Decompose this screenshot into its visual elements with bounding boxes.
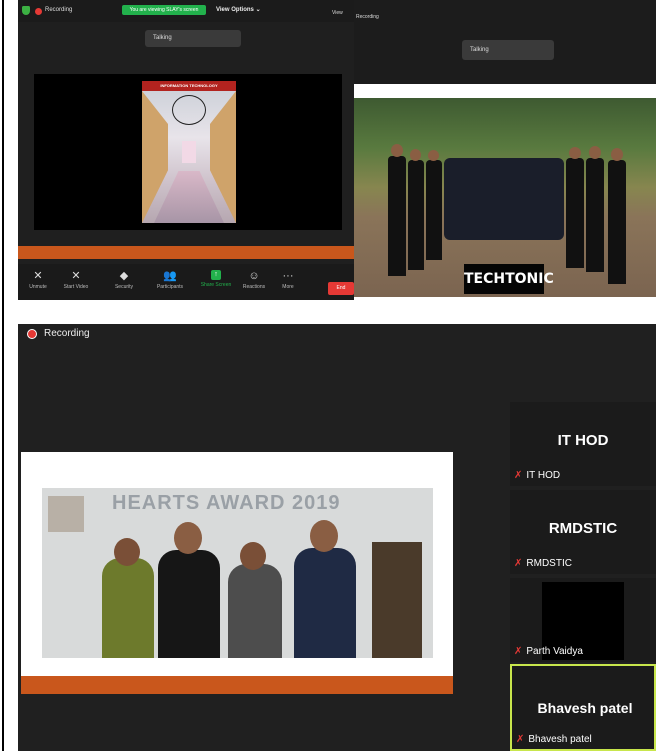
more-icon: ··· [282, 270, 294, 282]
microphone-muted-icon: ✗ [514, 470, 523, 481]
slide-title: HEARTS AWARD 2019 [112, 492, 341, 514]
security-button[interactable]: ◆ Security [104, 264, 144, 300]
corridor-end [182, 141, 196, 163]
more-label: More [282, 284, 294, 290]
slide-orange-bar [21, 676, 453, 694]
microphone-muted-icon: ✗ [514, 646, 523, 657]
start-video-button[interactable]: ✕ Start Video [56, 264, 96, 300]
shield-icon[interactable] [22, 6, 30, 15]
participant-label: ✗ Parth Vaidya [514, 646, 583, 657]
recording-icon [27, 329, 37, 339]
person-figure [388, 156, 406, 276]
corridor-floor [154, 171, 224, 223]
share-screen-button[interactable]: ↑ Share Screen [196, 264, 236, 300]
person-head [428, 150, 439, 161]
person-head [114, 538, 140, 566]
crowd-figure [444, 158, 564, 240]
podium [372, 542, 422, 658]
zoom-window-bottom: Recording HEARTS AWARD 2019 IT HOD ✗ IT H… [18, 324, 656, 751]
zoom-window-top-left: Recording You are viewing SLAY's screen … [18, 0, 354, 300]
person-figure [566, 158, 584, 268]
participant-label: ✗ Bhavesh patel [516, 734, 592, 745]
web-decoration [172, 95, 206, 125]
meeting-toolbar: ✕ Unmute ✕ Start Video ◆ Security 👥 Part… [18, 264, 354, 300]
person-figure [158, 550, 220, 658]
recording-label: Recording [356, 14, 379, 20]
award-photo: HEARTS AWARD 2019 [42, 488, 433, 658]
microphone-muted-icon: ✗ [514, 558, 523, 569]
person-head [589, 146, 601, 159]
techtonic-banner: TECHTONIC [464, 264, 554, 294]
share-banner: You are viewing SLAY's screen [122, 5, 206, 15]
person-head [391, 144, 403, 157]
slide-orange-bar [18, 246, 354, 259]
unmute-label: Unmute [29, 284, 47, 290]
person-head [240, 542, 266, 570]
person-figure [228, 564, 282, 658]
security-icon: ◆ [119, 270, 129, 282]
video-off-icon: ✕ [71, 270, 81, 282]
zoom-window-top-right: Recording Talking TECHTONIC [354, 0, 656, 300]
security-label: Security [114, 284, 134, 290]
person-head [310, 520, 338, 552]
participant-name: Bhavesh patel [537, 700, 633, 716]
person-figure [294, 548, 356, 658]
person-figure [102, 558, 154, 658]
participant-name: IT HOD [557, 432, 609, 449]
participants-button[interactable]: 👥 Participants [150, 264, 190, 300]
share-screen-label: Share Screen [200, 282, 232, 288]
view-button[interactable]: View [332, 10, 343, 16]
share-screen-icon: ↑ [211, 270, 221, 280]
participant-label: ✗ IT HOD [514, 470, 561, 481]
talking-indicator: Talking [145, 30, 241, 47]
participant-tile-bhavesh-patel[interactable]: Bhavesh patel ✗ Bhavesh patel [510, 664, 656, 751]
participants-label: Participants [156, 284, 184, 290]
microphone-muted-icon: ✕ [33, 270, 43, 282]
page-border-line [2, 0, 4, 751]
recording-label: Recording [44, 328, 90, 339]
person-figure [408, 160, 424, 270]
corridor-banner: INFORMATION TECHNOLOGY [142, 81, 236, 91]
microphone-muted-icon: ✗ [516, 734, 525, 745]
start-video-label: Start Video [63, 284, 89, 290]
participant-name: RMDSTIC [548, 520, 618, 537]
recording-label: Recording [45, 7, 73, 13]
person-head [174, 522, 202, 554]
person-figure [608, 160, 626, 284]
person-figure [586, 158, 604, 272]
participant-label: ✗ RMDSTIC [514, 558, 572, 569]
person-head [569, 147, 581, 159]
view-options-button[interactable]: View Options ⌄ [216, 6, 261, 13]
end-meeting-button[interactable]: End [328, 282, 354, 295]
person-head [611, 148, 623, 161]
participant-tile-rmdstic[interactable]: RMDSTIC ✗ RMDSTIC [510, 490, 656, 574]
person-head [410, 149, 421, 161]
talking-indicator: Talking [462, 40, 554, 60]
portrait-frame [48, 496, 84, 532]
group-photo: TECHTONIC [354, 98, 656, 297]
unmute-button[interactable]: ✕ Unmute [18, 264, 58, 300]
person-figure [426, 160, 442, 260]
participants-icon: 👥 [163, 270, 177, 282]
participant-tile-parth-vaidya[interactable]: ✗ Parth Vaidya [510, 578, 656, 662]
recording-icon [35, 8, 42, 15]
participant-tile-it-hod[interactable]: IT HOD ✗ IT HOD [510, 402, 656, 486]
corridor-photo: INFORMATION TECHNOLOGY [142, 81, 236, 223]
more-button[interactable]: ··· More [268, 264, 308, 300]
